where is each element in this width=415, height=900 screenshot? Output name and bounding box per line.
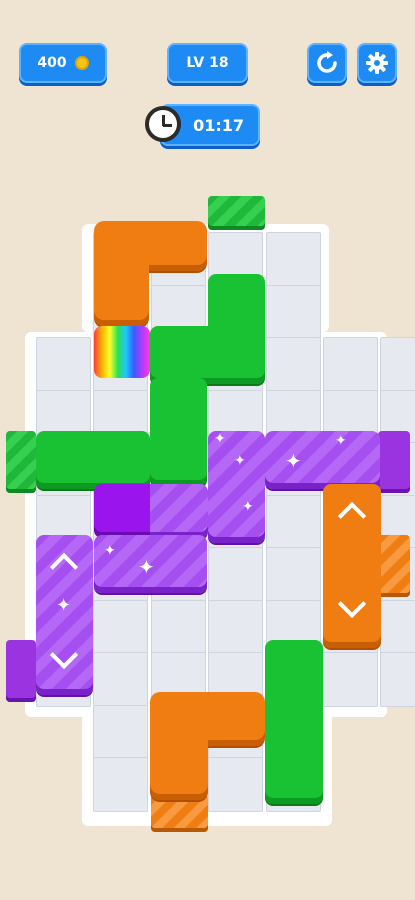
board-cell	[36, 337, 91, 392]
exit-gate-green	[6, 431, 36, 493]
board-cell	[265, 284, 321, 340]
board-cell	[150, 599, 206, 655]
coin-counter: 400	[19, 43, 107, 83]
board-cell	[208, 757, 264, 812]
board-cell	[323, 652, 378, 707]
block-purple-dark[interactable]	[94, 484, 152, 538]
block-green-vertical-bottom[interactable]	[265, 640, 323, 804]
board-cell	[380, 337, 415, 392]
board-cell	[208, 547, 264, 602]
arrow-down-icon	[337, 589, 367, 619]
exit-gate-orange	[378, 535, 410, 597]
block-orange-l[interactable]	[94, 260, 149, 326]
exit-gate-purple	[6, 640, 36, 702]
arrow-up-icon	[49, 552, 79, 582]
block-green-l[interactable]	[150, 326, 265, 384]
sparkle-icon: ✦	[234, 453, 246, 469]
board-cell	[323, 337, 378, 392]
block-orange-l-bottom[interactable]	[150, 730, 208, 800]
exit-gate-purple	[378, 431, 410, 493]
sparkle-icon: ✦	[104, 543, 116, 559]
block-green-horizontal[interactable]	[36, 431, 150, 489]
board-cell	[380, 652, 415, 707]
sparkle-icon: ✦	[214, 431, 226, 447]
sparkle-icon: ✦	[335, 433, 347, 449]
board-cell	[208, 599, 264, 655]
clock-icon	[145, 106, 181, 142]
board-cell	[265, 337, 321, 392]
gear-icon	[366, 52, 388, 74]
sparkle-icon: ✦	[56, 595, 72, 616]
level-indicator: LV 18	[167, 43, 248, 83]
level-label: LV 18	[186, 55, 229, 71]
block-purple-vertical[interactable]: ✦ ✦ ✦	[208, 431, 265, 543]
settings-button[interactable]	[357, 43, 397, 83]
board-cell	[265, 547, 321, 602]
block-orange-vertical-arrows[interactable]	[323, 484, 381, 648]
board-cell	[93, 757, 149, 812]
arrow-down-icon	[49, 640, 79, 670]
block-green-vertical[interactable]	[150, 378, 207, 486]
sparkle-icon: ✦	[242, 499, 254, 515]
board-cell	[93, 599, 149, 655]
restart-icon	[317, 51, 337, 73]
coin-icon	[74, 56, 89, 70]
board-cell	[93, 704, 149, 760]
restart-button[interactable]	[307, 43, 347, 83]
block-rainbow[interactable]	[94, 326, 150, 378]
board-cell	[265, 232, 321, 287]
timer-value: 01:17	[193, 115, 244, 135]
sparkle-icon: ✦	[285, 449, 302, 473]
exit-gate-green	[208, 196, 265, 230]
coin-count: 400	[37, 55, 67, 71]
block-purple-small[interactable]	[150, 484, 208, 538]
board-cell	[380, 599, 415, 655]
arrow-up-icon	[337, 501, 367, 531]
block-purple-vertical-arrows[interactable]: ✦	[36, 535, 93, 695]
board-cell	[93, 652, 149, 707]
sparkle-icon: ✦	[138, 555, 155, 579]
block-purple-horizontal[interactable]: ✦ ✦	[94, 535, 207, 593]
board-cell	[265, 494, 321, 550]
block-purple-horizontal[interactable]: ✦ ✦	[265, 431, 380, 489]
